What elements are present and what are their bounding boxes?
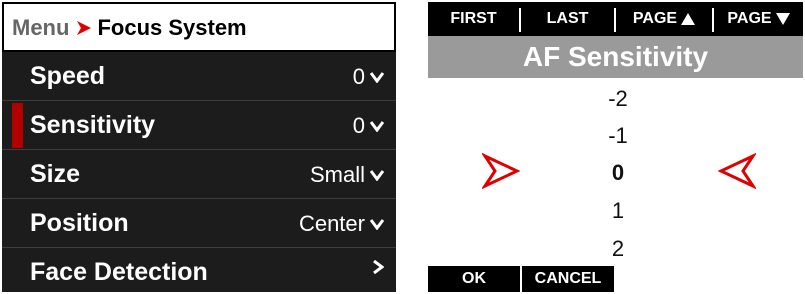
menu-item-value: Center (299, 211, 384, 237)
menu-item-value-text: Center (298, 211, 365, 236)
menu-item-position[interactable]: Position Center (2, 199, 396, 248)
cancel-button[interactable]: CANCEL (522, 266, 614, 292)
breadcrumb: Menu Focus System (12, 15, 247, 41)
chevron-down-icon (370, 121, 384, 132)
menu-item-label: Sensitivity (30, 111, 156, 139)
option-item[interactable]: 2 (598, 236, 638, 262)
page-nav-bar: FIRST LAST PAGE PAGE (428, 2, 803, 36)
breadcrumb-arrow-icon (77, 21, 92, 35)
last-button[interactable]: LAST (521, 2, 614, 36)
menu-item-size[interactable]: Size Small (2, 150, 396, 199)
chevron-down-icon (370, 170, 384, 181)
chevron-right-icon (373, 260, 384, 274)
focus-system-menu: Menu Focus System Speed 0 Sensitivity 0 … (2, 2, 396, 292)
menu-item-label: Position (30, 209, 129, 237)
menu-item-label: Speed (30, 62, 106, 90)
breadcrumb-root[interactable]: Menu (12, 15, 69, 41)
cancel-button-label: CANCEL (534, 270, 602, 287)
page-down-button[interactable]: PAGE (714, 2, 803, 36)
menu-item-value-text: 0 (352, 113, 365, 138)
breadcrumb-current: Focus System (97, 15, 247, 40)
option-item-selected[interactable]: 0 (598, 160, 638, 186)
picker-title: AF Sensitivity (428, 36, 803, 78)
menu-item-speed[interactable]: Speed 0 (2, 52, 396, 101)
selection-marker (12, 103, 23, 148)
menu-item-value-text: 0 (352, 64, 365, 89)
option-item[interactable]: 1 (598, 198, 638, 224)
menu-item-label: Size (30, 160, 81, 188)
page-down-label: PAGE (727, 10, 772, 27)
menu-item-value (367, 260, 384, 274)
menu-item-label: Face Detection (30, 258, 208, 286)
menu-item-value: Small (310, 162, 384, 188)
option-item[interactable]: -1 (598, 123, 638, 149)
chevron-down-icon (370, 72, 384, 83)
ok-button[interactable]: OK (428, 266, 520, 292)
page-up-button[interactable]: PAGE (616, 2, 712, 36)
page-up-label: PAGE (632, 10, 678, 27)
triangle-up-icon (681, 13, 696, 25)
menu-header: Menu Focus System (2, 2, 396, 52)
first-button-label: FIRST (450, 10, 497, 27)
menu-item-value: 0 (353, 113, 384, 139)
chevron-down-icon (370, 219, 384, 230)
selection-arrow-left-icon (482, 152, 520, 190)
menu-item-value-text: Small (309, 162, 365, 187)
menu-item-sensitivity[interactable]: Sensitivity 0 (2, 101, 396, 150)
menu-item-value: 0 (353, 64, 384, 90)
ok-button-label: OK (462, 270, 486, 287)
menu-item-face-detection[interactable]: Face Detection (2, 248, 396, 292)
option-item[interactable]: -2 (598, 86, 638, 112)
last-button-label: LAST (546, 10, 589, 27)
triangle-down-icon (775, 13, 790, 25)
first-button[interactable]: FIRST (428, 2, 519, 36)
af-sensitivity-picker: FIRST LAST PAGE PAGE AF Sensitivity -2 -… (428, 2, 803, 292)
selection-arrow-right-icon (718, 152, 756, 190)
